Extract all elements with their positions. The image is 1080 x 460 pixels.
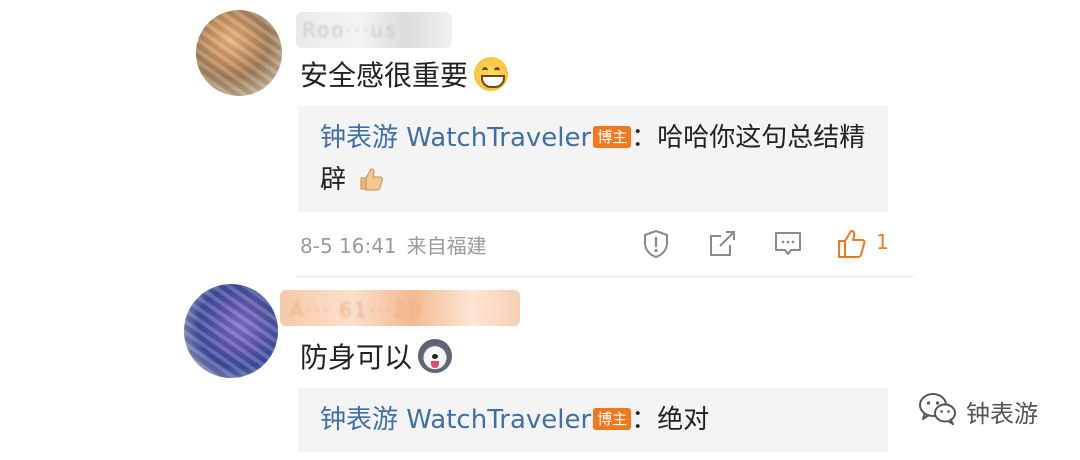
blogger-badge: 博主 [593,408,632,430]
reply-text: 绝对 [657,405,710,435]
reply-author-link[interactable]: 钟表游 WatchTraveler [320,405,591,435]
watermark-label: 钟表游 [966,399,1038,428]
reply-separator: ： [631,405,658,435]
comment-text: 防身可以 [300,326,453,386]
account-watermark: 钟表游 [918,392,1038,430]
reply-box[interactable]: 钟表游 WatchTraveler 博主 ：绝对 [298,388,888,452]
username-blurred[interactable]: A··· 61···20 [280,290,520,326]
comment-item: A··· 61···20 防身可以 钟表游 WatchTraveler 博主 ：绝对 [0,0,1080,460]
avatar[interactable] [184,284,278,378]
husky-dog-emoji [418,339,453,373]
wechat-icon [918,392,958,430]
comment-body: 防身可以 [300,341,413,374]
reply-line: 钟表游 WatchTraveler 博主 ：绝对 [320,398,866,442]
